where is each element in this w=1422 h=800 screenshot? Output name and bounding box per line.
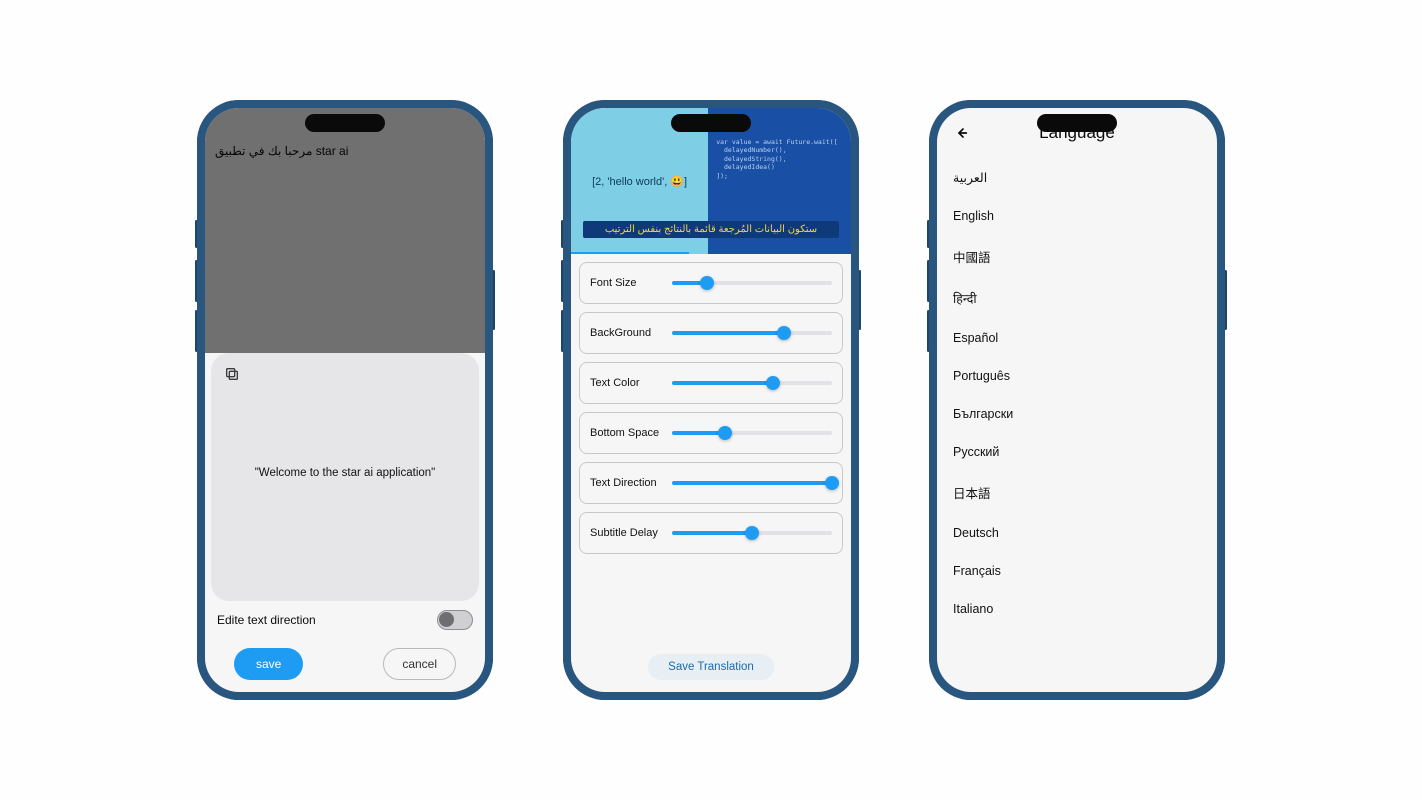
slider[interactable] bbox=[672, 531, 832, 535]
language-item[interactable]: 中國語 bbox=[953, 235, 1201, 278]
slider-label: Font Size bbox=[590, 277, 666, 289]
phone-language-picker: Language العربيةEnglish中國語हिन्दीEspañolP… bbox=[929, 100, 1225, 700]
phone-translate-edit: مرحبا بك في تطبيق star ai "Welcome to th… bbox=[197, 100, 493, 700]
source-text-panel: مرحبا بك في تطبيق star ai bbox=[205, 108, 485, 353]
save-button[interactable]: save bbox=[234, 648, 303, 680]
language-item[interactable]: 日本語 bbox=[953, 471, 1201, 514]
slider-thumb[interactable] bbox=[745, 526, 759, 540]
language-item[interactable]: Deutsch bbox=[953, 514, 1201, 552]
language-item[interactable]: العربية bbox=[953, 158, 1201, 197]
back-arrow-icon[interactable] bbox=[951, 123, 971, 143]
subtitle-overlay: ستكون البيانات المُرجعة قائمة بالنتائج ب… bbox=[583, 221, 839, 238]
slider-row: Font Size bbox=[579, 262, 843, 304]
showcase-stage: مرحبا بك في تطبيق star ai "Welcome to th… bbox=[0, 0, 1422, 800]
action-buttons: save cancel bbox=[205, 648, 485, 680]
slider-row: Subtitle Delay bbox=[579, 512, 843, 554]
language-item[interactable]: English bbox=[953, 197, 1201, 235]
slider-label: Subtitle Delay bbox=[590, 527, 666, 539]
slider[interactable] bbox=[672, 331, 832, 335]
phone-screen: Language العربيةEnglish中國語हिन्दीEspañolP… bbox=[937, 108, 1217, 692]
direction-toggle[interactable] bbox=[437, 610, 473, 630]
edit-direction-label: Edite text direction bbox=[217, 613, 316, 627]
slider[interactable] bbox=[672, 431, 832, 435]
video-progress[interactable] bbox=[571, 252, 689, 254]
slider-row: Bottom Space bbox=[579, 412, 843, 454]
dynamic-island bbox=[671, 114, 751, 132]
language-item[interactable]: Español bbox=[953, 319, 1201, 357]
slider-thumb[interactable] bbox=[825, 476, 839, 490]
translated-text: "Welcome to the star ai application" bbox=[221, 467, 469, 479]
slider-fill bbox=[672, 481, 832, 485]
slider-fill bbox=[672, 381, 773, 385]
slider-fill bbox=[672, 331, 784, 335]
slider-thumb[interactable] bbox=[766, 376, 780, 390]
slider[interactable] bbox=[672, 281, 832, 285]
phone-subtitle-settings: [2, 'hello world', 😃] var value = await … bbox=[563, 100, 859, 700]
video-left-text: [2, 'hello world', 😃] bbox=[592, 175, 687, 188]
language-item[interactable]: हिन्दी bbox=[953, 278, 1201, 319]
phone-screen: [2, 'hello world', 😃] var value = await … bbox=[571, 108, 851, 692]
subtitle-sliders: Font Size BackGround Text Color Bottom Spac… bbox=[571, 254, 851, 554]
slider-thumb[interactable] bbox=[777, 326, 791, 340]
slider-label: Text Color bbox=[590, 377, 666, 389]
language-item[interactable]: Français bbox=[953, 552, 1201, 590]
slider[interactable] bbox=[672, 481, 832, 485]
slider-thumb[interactable] bbox=[718, 426, 732, 440]
language-item[interactable]: Italiano bbox=[953, 590, 1201, 628]
source-text: مرحبا بك في تطبيق star ai bbox=[215, 144, 475, 158]
cancel-button[interactable]: cancel bbox=[383, 648, 456, 680]
phone-screen: مرحبا بك في تطبيق star ai "Welcome to th… bbox=[205, 108, 485, 692]
slider-label: Text Direction bbox=[590, 477, 666, 489]
save-translation-button[interactable]: Save Translation bbox=[648, 654, 774, 680]
dynamic-island bbox=[1037, 114, 1117, 132]
dynamic-island bbox=[305, 114, 385, 132]
text-direction-row: Edite text direction bbox=[213, 610, 477, 630]
slider-row: Text Direction bbox=[579, 462, 843, 504]
slider-fill bbox=[672, 531, 752, 535]
toggle-knob bbox=[439, 612, 454, 627]
slider-label: BackGround bbox=[590, 327, 666, 339]
slider[interactable] bbox=[672, 381, 832, 385]
language-item[interactable]: Русский bbox=[953, 433, 1201, 471]
language-list: العربيةEnglish中國語हिन्दीEspañolPortuguêsБ… bbox=[937, 156, 1217, 630]
slider-label: Bottom Space bbox=[590, 427, 666, 439]
slider-thumb[interactable] bbox=[700, 276, 714, 290]
save-translation-row: Save Translation bbox=[571, 654, 851, 680]
translation-sheet: "Welcome to the star ai application" bbox=[211, 353, 479, 601]
copy-icon[interactable] bbox=[221, 363, 243, 385]
slider-row: Text Color bbox=[579, 362, 843, 404]
slider-row: BackGround bbox=[579, 312, 843, 354]
language-item[interactable]: Български bbox=[953, 395, 1201, 433]
language-item[interactable]: Português bbox=[953, 357, 1201, 395]
